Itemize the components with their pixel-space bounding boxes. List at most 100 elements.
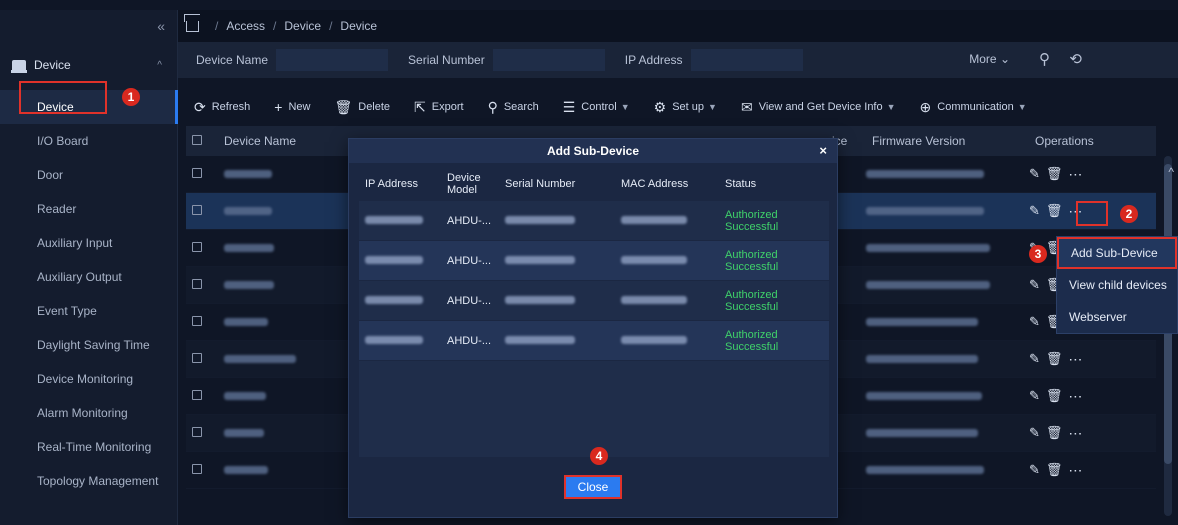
menu-item-add-sub-device[interactable]: Add Sub-Device (1057, 237, 1177, 269)
row-checkbox[interactable] (192, 390, 202, 400)
header-mac-address: MAC Address (621, 178, 689, 190)
setup-dropdown[interactable]: ⚙ Set up ▼ (654, 99, 717, 116)
sidebar-item-alarm-monitoring[interactable]: Alarm Monitoring (0, 396, 178, 430)
chevron-down-icon: ▼ (886, 102, 896, 112)
dialog-title-bar: Add Sub-Device × (349, 139, 837, 163)
breadcrumb-device-current: Device (340, 19, 378, 33)
filter-bar: Device Name Serial Number IP Address Mor… (178, 42, 1178, 78)
search-button[interactable]: ⚲ Search (488, 99, 539, 116)
header-firmware[interactable]: Firmware Version (872, 134, 965, 148)
export-icon: ⇱ (414, 98, 426, 115)
reset-icon[interactable]: ⟲ (1069, 50, 1082, 68)
serial-cell (499, 255, 617, 267)
step-marker-1: 1 (122, 88, 140, 106)
more-icon[interactable]: ⋯ (1068, 462, 1083, 479)
vertical-scrollbar[interactable] (1164, 156, 1172, 516)
ip-address-label: IP Address (624, 53, 683, 67)
edit-icon[interactable]: ✎ (1029, 314, 1040, 330)
sidebar-item-real-time-monitoring[interactable]: Real-Time Monitoring (0, 430, 178, 464)
globe-icon: ⊕ (919, 98, 932, 115)
row-checkbox-cell (186, 278, 206, 292)
operations-cell: ✎ 🗑 ⋯ (1029, 462, 1083, 479)
table-row: AHDU-... Authorized Successful (359, 201, 829, 241)
device-group-icon (11, 60, 27, 73)
more-icon[interactable]: ⋯ (1068, 166, 1083, 183)
breadcrumb-access[interactable]: Access (226, 19, 265, 33)
select-all-checkbox[interactable] (192, 135, 202, 145)
delete-icon[interactable]: 🗑 (1046, 388, 1063, 404)
row-checkbox[interactable] (192, 464, 202, 474)
device-name-cell (206, 241, 346, 255)
close-button[interactable]: Close (564, 475, 622, 499)
communication-dropdown[interactable]: ⊕ Communication ▼ (920, 99, 1027, 116)
row-checkbox[interactable] (192, 279, 202, 289)
home-icon[interactable] (186, 20, 199, 32)
serial-number-input[interactable] (492, 49, 605, 71)
redacted-text (866, 392, 982, 400)
header-device-name[interactable]: Device Name (206, 134, 346, 148)
search-label: Search (503, 101, 539, 113)
delete-icon[interactable]: 🗑 (1046, 351, 1063, 367)
sidebar-item-topology-management[interactable]: Topology Management (0, 464, 178, 498)
refresh-button[interactable]: ⟳ Refresh (194, 99, 250, 116)
sidebar-item-auxiliary-input[interactable]: Auxiliary Input (0, 226, 178, 260)
more-icon[interactable]: ⋯ (1068, 425, 1083, 442)
collapse-sidebar-icon[interactable]: « (157, 18, 165, 34)
redacted-text (224, 429, 264, 437)
highlight-box-more (1076, 201, 1108, 226)
chevron-up-icon[interactable]: ^ (1168, 165, 1174, 179)
control-dropdown[interactable]: ☰ Control ▼ (563, 99, 630, 116)
edit-icon[interactable]: ✎ (1029, 462, 1040, 478)
row-checkbox[interactable] (192, 242, 202, 252)
more-icon[interactable]: ⋯ (1068, 388, 1083, 405)
redacted-text (866, 466, 984, 474)
redacted-text (866, 207, 984, 215)
view-info-dropdown[interactable]: ✉ View and Get Device Info ▼ (741, 99, 896, 116)
close-icon[interactable]: × (819, 139, 827, 163)
delete-button[interactable]: 🗑 Delete (334, 99, 390, 116)
edit-icon[interactable]: ✎ (1029, 166, 1040, 182)
row-checkbox-cell (186, 241, 206, 255)
status-cell: Authorized Successful (725, 288, 779, 313)
row-checkbox[interactable] (192, 205, 202, 215)
communication-label: Communication (937, 101, 1014, 113)
search-icon[interactable]: ⚲ (1039, 50, 1050, 68)
sidebar-item-auxiliary-output[interactable]: Auxiliary Output (0, 260, 178, 294)
more-icon[interactable]: ⋯ (1068, 351, 1083, 368)
sidebar-item-io-board[interactable]: I/O Board (0, 124, 178, 158)
more-filters-button[interactable]: More ⌄ (969, 52, 1010, 66)
row-checkbox[interactable] (192, 427, 202, 437)
edit-icon[interactable]: ✎ (1029, 425, 1040, 441)
menu-item-view-child-devices[interactable]: View child devices (1057, 269, 1177, 301)
ip-address-input[interactable] (690, 49, 803, 71)
delete-icon[interactable]: 🗑 (1046, 166, 1063, 182)
redacted-text (866, 244, 990, 252)
row-checkbox[interactable] (192, 353, 202, 363)
redacted-text (505, 335, 575, 344)
sidebar-item-event-type[interactable]: Event Type (0, 294, 178, 328)
device-name-input[interactable] (276, 49, 389, 71)
sidebar-item-daylight-saving-time[interactable]: Daylight Saving Time (0, 328, 178, 362)
new-button[interactable]: + New (274, 99, 310, 115)
delete-icon[interactable]: 🗑 (1046, 462, 1063, 478)
model-cell: AHDU-... (447, 214, 491, 227)
breadcrumb-device[interactable]: Device (284, 19, 321, 33)
menu-item-webserver[interactable]: Webserver (1057, 301, 1177, 333)
edit-icon[interactable]: ✎ (1029, 277, 1040, 293)
select-all-checkbox-cell (186, 134, 206, 148)
export-button[interactable]: ⇱ Export (414, 99, 464, 116)
table-row: AHDU-... Authorized Successful (359, 321, 829, 361)
sidebar-group-device[interactable]: Device ^ (0, 50, 178, 80)
row-checkbox[interactable] (192, 168, 202, 178)
edit-icon[interactable]: ✎ (1029, 351, 1040, 367)
delete-icon[interactable]: 🗑 (1046, 203, 1063, 219)
sidebar-item-device-monitoring[interactable]: Device Monitoring (0, 362, 178, 396)
edit-icon[interactable]: ✎ (1029, 203, 1040, 219)
plus-icon: + (274, 99, 283, 115)
delete-icon[interactable]: 🗑 (1046, 425, 1063, 441)
delete-label: Delete (358, 101, 391, 113)
row-checkbox[interactable] (192, 316, 202, 326)
sidebar-item-door[interactable]: Door (0, 158, 178, 192)
edit-icon[interactable]: ✎ (1029, 388, 1040, 404)
sidebar-item-reader[interactable]: Reader (0, 192, 178, 226)
